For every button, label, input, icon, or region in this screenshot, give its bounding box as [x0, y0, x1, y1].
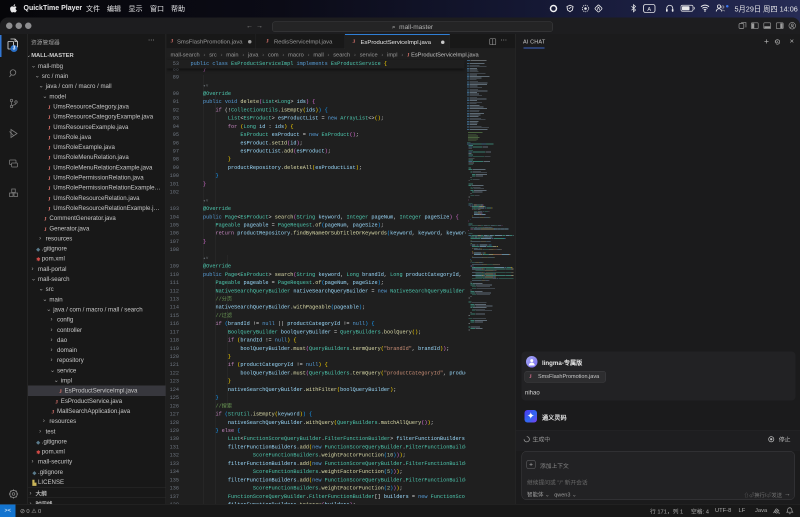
svg-text:A: A: [647, 7, 651, 13]
